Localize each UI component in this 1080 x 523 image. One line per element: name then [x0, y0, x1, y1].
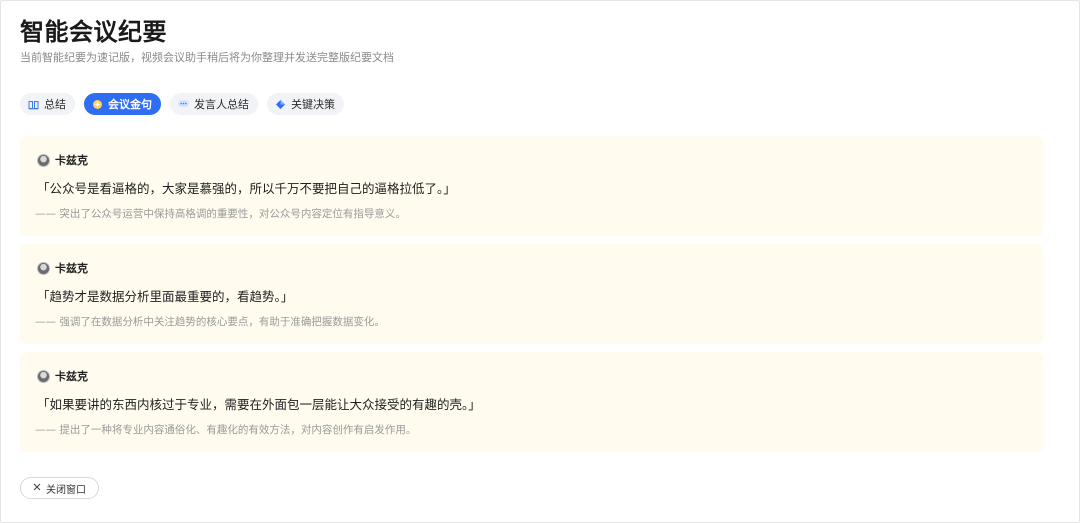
close-icon: [33, 483, 41, 494]
tab-speaker-summary-label: 发言人总结: [194, 98, 249, 111]
quote-note: —— 强调了在数据分析中关注趋势的核心要点，有助于准确把握数据变化。: [35, 316, 385, 328]
page-title: 智能会议纪要: [20, 18, 167, 46]
speaker-name: 卡兹克: [55, 154, 88, 167]
quote-list: 卡兹克 「公众号是看逼格的，大家是慕强的，所以千万不要把自己的逼格拉低了。」 —…: [20, 136, 1043, 460]
quote-card: 卡兹克 「如果要讲的东西内核过于专业，需要在外面包一层能让大众接受的有趣的壳。」…: [20, 352, 1043, 452]
tab-bar: 总结 会议金句 发言人总结 关键决策: [20, 93, 344, 115]
quote-note: —— 突出了公众号运营中保持高格调的重要性，对公众号内容定位有指导意义。: [35, 208, 406, 220]
tab-summary-label: 总结: [44, 98, 66, 111]
avatar: [37, 153, 50, 167]
speech-bubble-icon: [178, 99, 189, 110]
tab-key-decisions-label: 关键决策: [291, 98, 335, 111]
quote-text: 「公众号是看逼格的，大家是慕强的，所以千万不要把自己的逼格拉低了。」: [37, 181, 456, 196]
speaker-name: 卡兹克: [55, 262, 88, 275]
close-window-label: 关闭窗口: [46, 484, 86, 496]
quote-text: 「趋势才是数据分析里面最重要的，看趋势。」: [37, 289, 294, 304]
page-subtitle: 当前智能纪要为速记版，视频会议助手稍后将为你整理并发送完整版纪要文档: [20, 51, 394, 64]
avatar: [37, 369, 50, 383]
avatar: [37, 261, 50, 275]
speaker-name: 卡兹克: [55, 370, 88, 383]
quote-card: 卡兹克 「公众号是看逼格的，大家是慕强的，所以千万不要把自己的逼格拉低了。」 —…: [20, 136, 1043, 236]
sparkle-icon: [92, 99, 103, 110]
tab-summary[interactable]: 总结: [20, 93, 75, 115]
close-window-button[interactable]: 关闭窗口: [20, 477, 99, 499]
speaker: 卡兹克: [37, 152, 88, 168]
tab-meeting-quotes-label: 会议金句: [108, 98, 152, 111]
quote-note: —— 提出了一种将专业内容通俗化、有趣化的有效方法，对内容创作有启发作用。: [35, 424, 417, 436]
diamond-icon: [275, 99, 286, 110]
tab-speaker-summary[interactable]: 发言人总结: [170, 93, 258, 115]
speaker: 卡兹克: [37, 368, 88, 384]
tab-meeting-quotes[interactable]: 会议金句: [84, 93, 161, 115]
book-icon: [28, 99, 39, 110]
quote-text: 「如果要讲的东西内核过于专业，需要在外面包一层能让大众接受的有趣的壳。」: [37, 397, 481, 412]
tab-key-decisions[interactable]: 关键决策: [267, 93, 344, 115]
quote-card: 卡兹克 「趋势才是数据分析里面最重要的，看趋势。」 —— 强调了在数据分析中关注…: [20, 244, 1043, 344]
speaker: 卡兹克: [37, 260, 88, 276]
